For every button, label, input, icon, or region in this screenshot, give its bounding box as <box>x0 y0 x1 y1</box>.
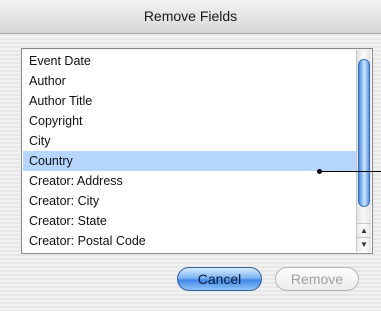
scroll-down-arrow-icon[interactable]: ▼ <box>357 237 371 252</box>
fields-list-box: Event Date Author Author Title Copyright Cit… <box>21 48 373 254</box>
list-item[interactable]: Creator: State <box>23 211 356 231</box>
remove-button[interactable]: Remove <box>275 267 359 291</box>
list-item[interactable]: Creator: City <box>23 191 356 211</box>
list-item[interactable]: City <box>23 131 356 151</box>
scroll-up-arrow-icon[interactable]: ▲ <box>357 223 371 238</box>
remove-fields-dialog: Remove Fields Event Date Author Author Tit… <box>0 0 381 311</box>
list-item[interactable]: Copyright <box>23 111 356 131</box>
list-item[interactable]: Creator: Address <box>23 171 356 191</box>
list-item[interactable]: Author <box>23 71 356 91</box>
list-item[interactable]: Event Date <box>23 51 356 71</box>
window-title: Remove Fields <box>143 8 238 24</box>
list-item[interactable]: Creator: Postal Code <box>23 231 356 251</box>
list-item[interactable]: Country <box>23 151 356 171</box>
cancel-button[interactable]: Cancel <box>177 267 262 291</box>
callout-pointer-line <box>319 171 381 172</box>
scrollbar-thumb[interactable] <box>358 59 370 207</box>
fields-list[interactable]: Event Date Author Author Title Copyright Cit… <box>23 51 356 251</box>
list-item[interactable]: Author Title <box>23 91 356 111</box>
title-bar[interactable]: Remove Fields <box>0 0 381 34</box>
vertical-scrollbar[interactable]: ▲ ▼ <box>356 50 371 252</box>
callout-pointer-dot <box>317 169 322 174</box>
